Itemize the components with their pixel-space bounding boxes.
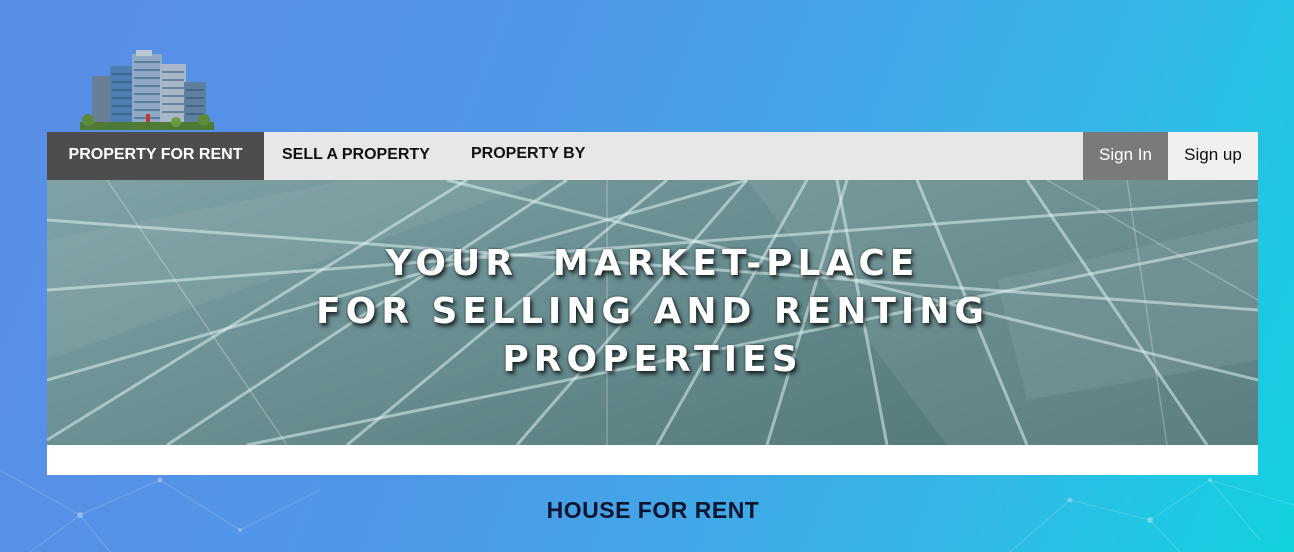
buildings-logo[interactable] xyxy=(76,48,218,130)
hero-line-1: YOUR MARKET-PLACE xyxy=(385,243,920,284)
nav-property-for-rent[interactable]: PROPERTY FOR RENT xyxy=(47,132,264,180)
banner-bottom-strip xyxy=(47,445,1258,475)
section-title: HOUSE FOR RENT xyxy=(546,497,760,523)
sign-up-button[interactable]: Sign up xyxy=(1168,132,1258,180)
hero-line-3: PROPERTIES xyxy=(502,339,803,380)
buildings-logo-icon xyxy=(80,50,214,130)
hero-heading: YOUR MARKET-PLACE FOR SELLING AND RENTIN… xyxy=(47,240,1258,384)
main-navbar: PROPERTY FOR RENT SELL A PROPERTY PROPER… xyxy=(47,132,1258,180)
hero-banner: YOUR MARKET-PLACE FOR SELLING AND RENTIN… xyxy=(47,180,1258,445)
hero-line-2: FOR SELLING AND RENTING xyxy=(316,291,989,332)
nav-property-by[interactable]: PROPERTY BY xyxy=(471,132,585,180)
nav-sell-a-property[interactable]: SELL A PROPERTY xyxy=(282,132,430,180)
sign-in-button[interactable]: Sign In xyxy=(1083,132,1168,180)
